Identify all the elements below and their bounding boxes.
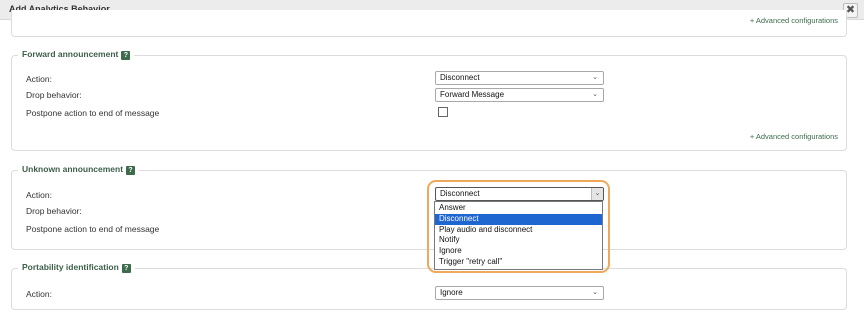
portability-identification-section: Portability identification? Action: Igno… <box>11 262 847 310</box>
action-select-value: Ignore <box>440 288 463 297</box>
dropdown-option[interactable]: Trigger "retry call" <box>435 257 602 268</box>
action-label: Action: <box>26 289 52 299</box>
postpone-checkbox[interactable] <box>438 107 448 117</box>
dropdown-option-selected[interactable]: Disconnect <box>435 213 602 225</box>
chevron-down-icon: ⌄ <box>591 188 603 200</box>
chevron-down-icon: ⌄ <box>592 74 598 81</box>
drop-behavior-label: Drop behavior: <box>26 206 82 216</box>
dropdown-option[interactable]: Answer <box>435 203 602 214</box>
dropdown-option[interactable]: Ignore <box>435 246 602 257</box>
postpone-label: Postpone action to end of message <box>26 224 160 234</box>
drop-behavior-select-value: Forward Message <box>440 90 505 99</box>
drop-behavior-select[interactable]: Forward Message ⌄ <box>435 88 604 102</box>
action-label: Action: <box>26 74 52 84</box>
section-title: Portability identification? <box>18 262 135 273</box>
unknown-announcement-section: Unknown announcement? Action: Disconnect… <box>11 164 847 250</box>
dropdown-option[interactable]: Notify <box>435 235 602 246</box>
chevron-down-icon: ⌄ <box>592 289 598 296</box>
advanced-configurations-link[interactable]: + Advanced configurations <box>750 16 838 25</box>
section-title-text: Portability identification <box>22 262 119 272</box>
section-title: Forward announcement? <box>18 49 135 60</box>
advanced-configurations-link[interactable]: + Advanced configurations <box>750 132 838 141</box>
action-select[interactable]: Disconnect ⌄ <box>435 187 604 201</box>
help-icon[interactable]: ? <box>126 166 136 175</box>
section-title-text: Forward announcement <box>22 49 119 59</box>
forward-announcement-section: Forward announcement? Action: Disconnect… <box>11 49 847 151</box>
dropdown-option[interactable]: Play audio and disconnect <box>435 225 602 236</box>
action-select[interactable]: Disconnect ⌄ <box>435 71 604 85</box>
postpone-label: Postpone action to end of message <box>26 108 160 118</box>
top-section: + Advanced configurations <box>11 10 847 37</box>
action-dropdown-list: Answer Disconnect Play audio and disconn… <box>434 201 603 270</box>
drop-behavior-label: Drop behavior: <box>26 90 82 100</box>
section-title-text: Unknown announcement <box>22 164 124 174</box>
help-icon[interactable]: ? <box>121 264 131 273</box>
section-title: Unknown announcement? <box>18 164 140 175</box>
help-icon[interactable]: ? <box>121 51 131 60</box>
action-select[interactable]: Ignore ⌄ <box>435 286 604 300</box>
action-select-value: Disconnect <box>440 189 480 198</box>
chevron-down-icon: ⌄ <box>592 91 598 98</box>
action-select-value: Disconnect <box>440 73 480 82</box>
action-label: Action: <box>26 190 52 200</box>
